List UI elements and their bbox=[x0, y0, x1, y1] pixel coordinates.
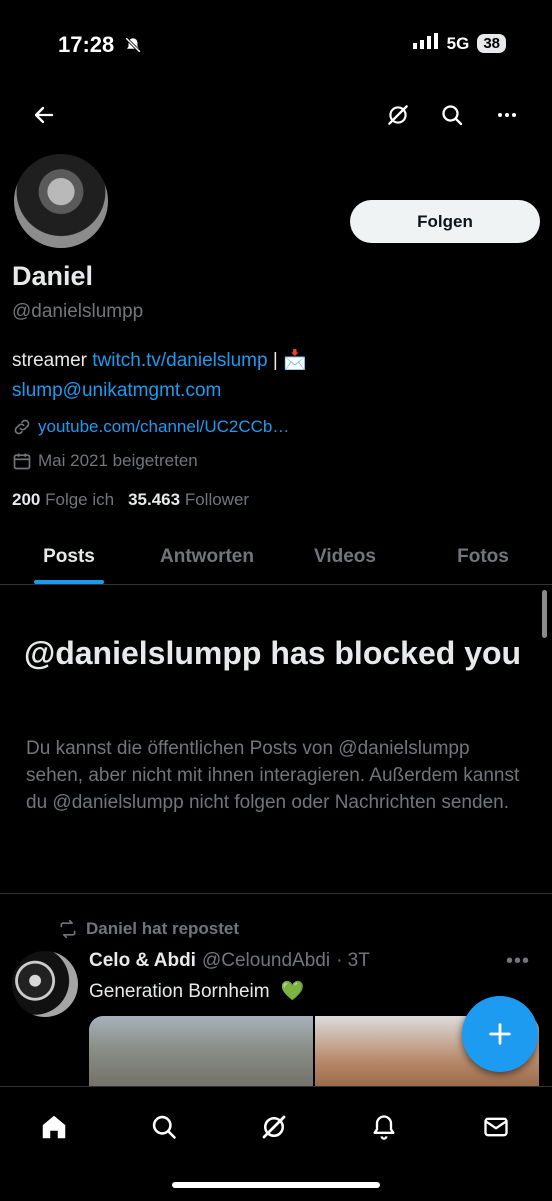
tab-videos[interactable]: Videos bbox=[276, 530, 414, 584]
nav-messages[interactable] bbox=[474, 1105, 518, 1149]
ellipsis-icon bbox=[498, 113, 516, 117]
plus-icon bbox=[489, 1023, 511, 1045]
followers-label: Follower bbox=[184, 490, 250, 509]
post-more-icon[interactable]: ••• bbox=[506, 950, 530, 973]
link-icon bbox=[14, 419, 30, 435]
arrow-left-icon bbox=[34, 106, 54, 124]
post-author-avatar[interactable] bbox=[12, 951, 78, 1017]
grok-icon bbox=[388, 105, 408, 125]
nav-grok[interactable] bbox=[252, 1105, 296, 1149]
follow-button[interactable]: Folgen bbox=[350, 200, 540, 243]
section-divider bbox=[0, 893, 552, 894]
following-count-link[interactable]: 200 Folge ich bbox=[12, 490, 114, 510]
compose-button[interactable] bbox=[462, 996, 538, 1072]
grok-button[interactable] bbox=[378, 95, 418, 135]
green-heart-emoji: 💚 bbox=[280, 981, 305, 1002]
back-button[interactable] bbox=[24, 95, 64, 135]
joined-date: Mai 2021 beigetreten bbox=[38, 451, 198, 470]
scrollbar[interactable] bbox=[542, 590, 547, 638]
followers-count-link[interactable]: 35.463 Follower bbox=[128, 490, 249, 510]
joined-row: Mai 2021 beigetreten bbox=[12, 451, 198, 471]
profile-avatar[interactable] bbox=[12, 152, 110, 250]
bio-prefix: streamer bbox=[12, 350, 93, 371]
post-author-handle[interactable]: @CeloundAbdi bbox=[202, 950, 330, 972]
email-emoji: 📩 bbox=[283, 350, 307, 371]
blocked-title: @danielslumpp has blocked you bbox=[24, 635, 522, 671]
profile-tabs: Posts Antworten Videos Fotos bbox=[0, 530, 552, 585]
post-author-name[interactable]: Celo & Abdi bbox=[89, 950, 196, 972]
network-label: 5G bbox=[446, 33, 470, 53]
mail-icon bbox=[484, 1117, 508, 1137]
grok-icon bbox=[262, 1115, 286, 1139]
home-indicator bbox=[172, 1182, 380, 1188]
twitch-link[interactable]: twitch.tv/danielslump bbox=[92, 350, 267, 371]
follow-counts: 200 Folge ich 35.463 Follower bbox=[12, 490, 249, 510]
search-icon bbox=[152, 1115, 176, 1139]
tab-photos[interactable]: Fotos bbox=[414, 530, 552, 584]
calendar-icon bbox=[13, 453, 31, 470]
following-count: 200 bbox=[12, 490, 41, 509]
post-header: Celo & Abdi @CeloundAbdi · 3T bbox=[89, 950, 370, 972]
bell-icon bbox=[373, 1115, 395, 1140]
email-link[interactable]: slump@unikatmgmt.com bbox=[12, 380, 221, 401]
post-text-content: Generation Bornheim bbox=[89, 981, 270, 1002]
post-time: · 3T bbox=[336, 950, 370, 971]
status-time: 17:28 bbox=[58, 32, 142, 58]
tab-replies[interactable]: Antworten bbox=[138, 530, 276, 584]
search-icon bbox=[442, 105, 463, 126]
nav-search[interactable] bbox=[142, 1105, 186, 1149]
nav-home[interactable] bbox=[32, 1105, 76, 1149]
website-link[interactable]: youtube.com/channel/UC2CCb… bbox=[38, 417, 289, 437]
nav-notifications[interactable] bbox=[362, 1105, 406, 1149]
bio-separator: | bbox=[267, 350, 284, 371]
website-row[interactable]: youtube.com/channel/UC2CCb… bbox=[12, 417, 289, 437]
blocked-description: Du kannst die öffentlichen Posts von @da… bbox=[26, 738, 520, 813]
search-button[interactable] bbox=[432, 95, 472, 135]
status-indicators: 5G 38 bbox=[412, 33, 506, 54]
mute-bell-icon bbox=[124, 32, 142, 57]
profile-bio: streamer twitch.tv/danielslump | 📩 slump… bbox=[12, 346, 532, 406]
post-image-1[interactable] bbox=[89, 1016, 313, 1096]
repost-label: Daniel hat repostet bbox=[86, 919, 240, 938]
post-text: Generation Bornheim 💚 bbox=[89, 979, 305, 1003]
followers-count: 35.463 bbox=[128, 490, 181, 509]
repost-indicator: Daniel hat repostet bbox=[58, 919, 239, 939]
following-label: Folge ich bbox=[45, 490, 115, 509]
battery-indicator: 38 bbox=[477, 34, 506, 53]
repost-icon bbox=[60, 919, 76, 939]
profile-name: Daniel bbox=[12, 261, 94, 291]
signal-icon bbox=[412, 33, 439, 54]
status-time-text: 17:28 bbox=[58, 32, 115, 57]
home-icon bbox=[42, 1115, 66, 1139]
more-options-button[interactable] bbox=[487, 95, 527, 135]
tab-posts[interactable]: Posts bbox=[0, 530, 138, 584]
profile-handle: @danielslumpp bbox=[12, 301, 144, 322]
